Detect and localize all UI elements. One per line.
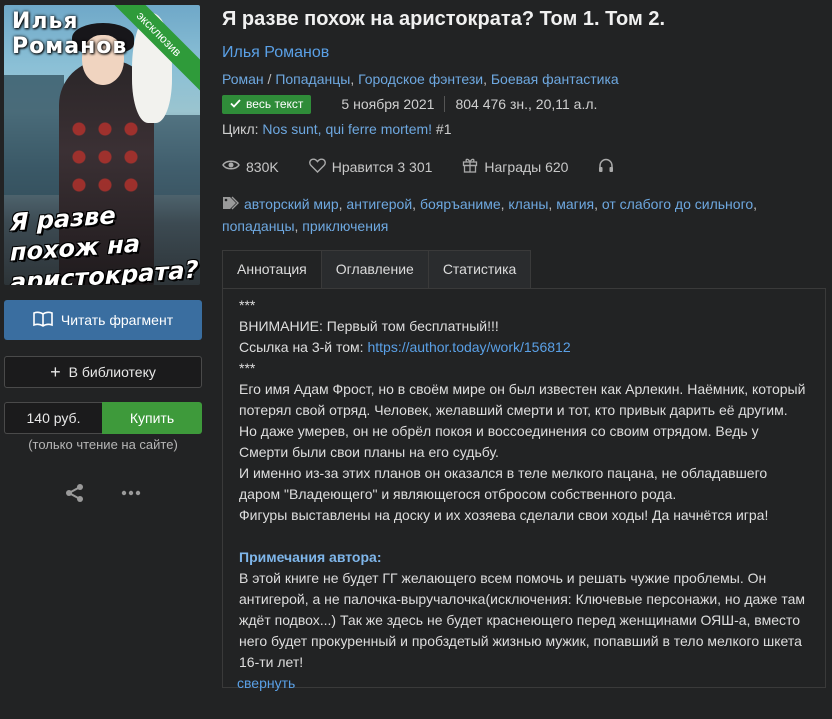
gift-icon [462,157,478,176]
cover-title: Я разве похож на аристократа? [10,201,199,285]
annotation-line: Ссылка на 3-й том: https://author.today/… [239,337,809,358]
cycle-link[interactable]: Nos sunt, qui ferre mortem! [262,121,432,137]
annotation-paragraph: И именно из-за этих планов он оказался в… [239,464,772,502]
add-to-library-label: В библиотеку [68,364,156,380]
likes-count: Нравится 3 301 [331,158,433,175]
author-link[interactable]: Илья Романов [222,44,826,62]
annotation-panel: *** ВНИМАНИЕ: Первый том бесплатный!!! С… [222,287,826,691]
audio-stat[interactable] [598,158,614,176]
price: 140 руб. [4,402,102,434]
book-title: Я разве похож на аристократа? Том 1. Том… [222,8,666,30]
annotation-line: *** [239,359,256,376]
book-info: Я разве похож на аристократа? Том 1. Том… [222,0,826,691]
genre-link[interactable]: Роман [222,71,264,87]
link-prefix: Ссылка на 3-й том: [239,338,368,355]
tag-link[interactable]: попаданцы [222,218,295,234]
add-to-library-button[interactable]: + В библиотеку [4,356,202,388]
check-icon [230,97,241,111]
tag-link[interactable]: бояръаниме [420,196,501,212]
tab-statistics[interactable]: Статистика [427,249,532,288]
tab-annotation[interactable]: Аннотация [222,249,322,288]
headphones-icon [598,158,614,176]
tag-link[interactable]: магия [556,196,594,212]
buy-note: (только чтение на сайте) [28,437,178,452]
cover-art-building [4,75,64,195]
awards-stat[interactable]: Награды 620 [462,157,568,176]
genre-link[interactable]: Попаданцы [275,71,350,87]
cycle: Цикл: Nos sunt, qui ferre mortem! #1 [222,121,826,137]
tag-link[interactable]: антигерой [346,196,412,212]
genre-separator: / [263,71,276,87]
annotation-paragraph: Фигуры выставлены на доску и их хозяева … [239,506,769,523]
cycle-label: Цикл: [222,121,263,137]
annotation-paragraph: Его имя Адам Фрост, но в своём мире он б… [239,380,810,460]
cover-art-pattern [66,115,146,205]
divider [444,96,446,112]
book-cover[interactable]: Илья Романов Я разве похож на аристократ… [4,5,200,285]
tag-icon [222,195,240,216]
heart-icon [308,158,326,176]
tab-bar: Аннотация Оглавление Статистика [222,249,826,288]
buy-row: 140 руб. Купить [4,402,202,434]
tags: авторский мир, антигерой, бояръаниме, кл… [222,195,758,234]
annotation-line: ВНИМАНИЕ: Первый том бесплатный!!! [239,317,499,334]
tag-link[interactable]: приключения [302,218,388,234]
views-stat: 830K [222,158,279,175]
tag-link[interactable]: от слабого до сильного [602,196,753,212]
left-icon-row [4,482,202,507]
buy-button[interactable]: Купить [102,402,202,434]
status-badge: весь текст [222,94,312,114]
annotation-line: *** [239,296,256,313]
tag-link[interactable]: авторский мир [244,196,339,212]
cover-art-building [154,115,200,195]
read-fragment-button[interactable]: Читать фрагмент [4,300,202,340]
collapse-link[interactable]: свернуть [237,673,809,694]
volume3-link[interactable]: https://author.today/work/156812 [367,339,570,355]
more-options-icon[interactable] [120,482,142,507]
left-column: Илья Романов Я разве похож на аристократ… [4,5,202,507]
awards-count: Награды 620 [484,158,569,175]
eye-icon [222,158,240,175]
meta-row: весь текст 5 ноября 2021 804 476 зн., 20… [222,94,826,114]
plus-icon: + [50,362,61,382]
tab-contents[interactable]: Оглавление [320,249,429,288]
read-fragment-label: Читать фрагмент [60,312,174,328]
author-notes: В этой книге не будет ГГ желающего всем … [239,569,809,670]
genre-link[interactable]: Боевая фантастика [491,71,619,87]
book-open-icon [33,311,53,330]
share-icon[interactable] [64,482,86,507]
publish-date: 5 ноября 2021 [341,96,435,112]
book-size: 804 476 зн., 20,11 а.л. [455,96,598,112]
genre-link[interactable]: Городское фэнтези [358,71,483,87]
status-badge-label: весь текст [246,97,304,111]
genres: Роман / Попаданцы, Городское фэнтези, Бо… [222,71,619,87]
stats-row: 830K Нравится 3 301 Награды 620 [222,157,826,176]
likes-stat[interactable]: Нравится 3 301 [308,158,433,176]
tag-link[interactable]: кланы [508,196,548,212]
views-count: 830K [246,158,279,175]
cycle-number: #1 [432,121,452,137]
author-notes-heading: Примечания автора: [239,548,382,565]
